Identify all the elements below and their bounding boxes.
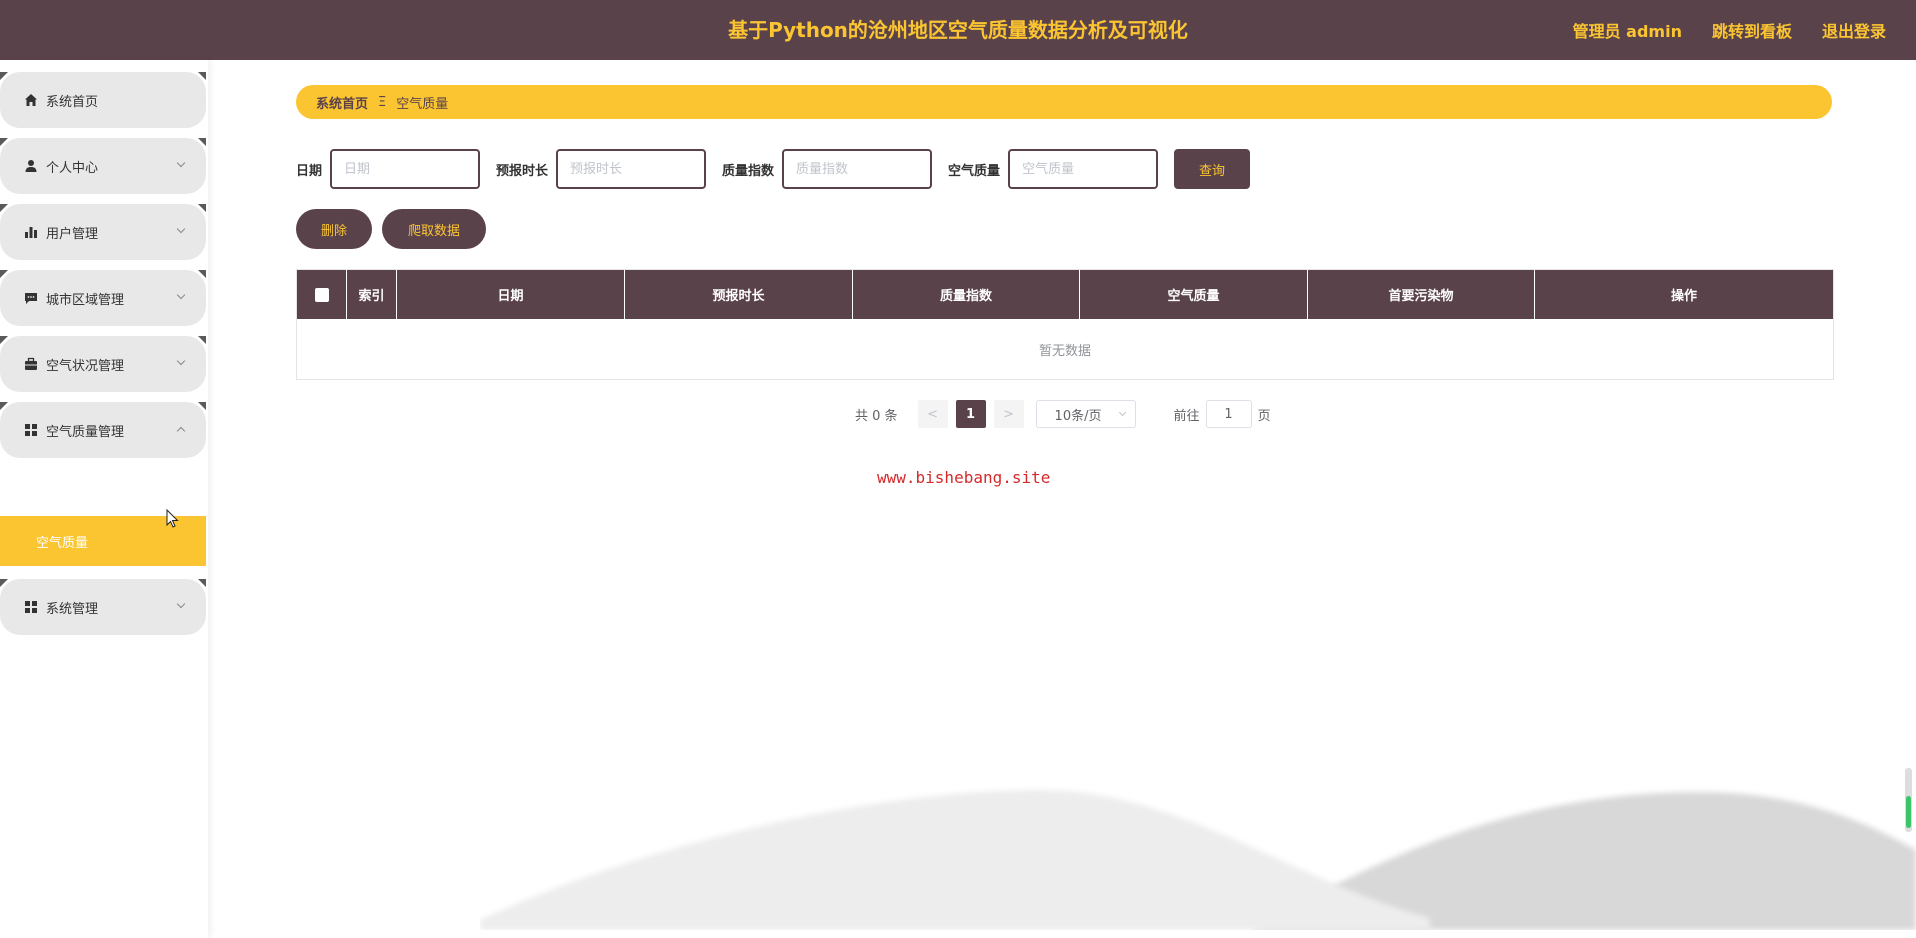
column-header: 日期 [397, 270, 625, 319]
date-label: 日期 [296, 163, 323, 179]
column-header: 空气质量 [1080, 270, 1308, 319]
sidebar-item-city-region[interactable]: 城市区域管理 [0, 270, 206, 326]
column-header: 质量指数 [853, 270, 1080, 319]
chevron-down-icon [1118, 408, 1126, 417]
action-buttons: 删除 爬取数据 [296, 209, 486, 249]
data-table: 索引 日期 预报时长 质量指数 空气质量 首要污染物 操作 暂无数据 [296, 269, 1834, 380]
sidebar-item-label: 系统管理 [46, 601, 99, 617]
sidebar-item-label: 空气状况管理 [46, 358, 125, 374]
bar-chart-icon [24, 225, 38, 239]
goto-label: 前往 [1173, 408, 1200, 424]
select-all-cell [297, 270, 347, 319]
pagination-total: 共 0 条 [855, 408, 898, 424]
sidebar-item-label: 个人中心 [46, 160, 99, 176]
air-quality-input[interactable] [1008, 149, 1159, 189]
crawl-data-button[interactable]: 爬取数据 [382, 209, 486, 249]
chevron-down-icon [176, 599, 186, 609]
sidebar-item-label: 用户管理 [46, 226, 99, 242]
table-header: 索引 日期 预报时长 质量指数 空气质量 首要污染物 操作 [297, 270, 1833, 319]
top-header-bar: 基于Python的沧州地区空气质量数据分析及可视化 管理员 admin 跳转到看… [0, 0, 1916, 60]
query-button[interactable]: 查询 [1174, 149, 1251, 189]
column-header: 索引 [347, 270, 397, 319]
sidebar-item-system-mgmt[interactable]: 系统管理 [0, 579, 206, 635]
air-quality-label: 空气质量 [948, 163, 1001, 179]
sidebar-item-label: 空气质量管理 [46, 424, 125, 440]
search-filters: 日期 预报时长 质量指数 空气质量 查询 [296, 149, 1251, 189]
breadcrumb: 系统首页 Ξ 空气质量 [296, 85, 1832, 119]
breadcrumb-current: 空气质量 [396, 96, 449, 112]
page-suffix-label: 页 [1257, 408, 1271, 424]
quality-index-input[interactable] [782, 149, 933, 189]
date-input[interactable] [330, 149, 481, 189]
message-icon [24, 291, 38, 305]
logout-link[interactable]: 退出登录 [1822, 18, 1886, 42]
mouse-cursor-icon [166, 509, 179, 528]
chevron-down-icon [176, 356, 186, 366]
next-page-button[interactable]: > [993, 400, 1024, 428]
column-header: 预报时长 [625, 270, 853, 319]
user-icon [24, 159, 38, 173]
select-all-checkbox[interactable] [314, 287, 329, 302]
briefcase-icon [24, 357, 38, 371]
sidebar-item-label: 城市区域管理 [46, 292, 125, 308]
sidebar-item-air-quality-mgmt[interactable]: 空气质量管理 [0, 402, 206, 458]
header-links: 管理员 admin 跳转到看板 退出登录 [1573, 0, 1886, 60]
dashboard-link[interactable]: 跳转到看板 [1712, 18, 1792, 42]
breadcrumb-home[interactable]: 系统首页 [316, 93, 368, 112]
grid-icon [24, 423, 38, 437]
chevron-up-icon [176, 426, 186, 436]
scrollbar-thumb[interactable] [1906, 796, 1911, 828]
sidebar-item-home[interactable]: 系统首页 [0, 72, 206, 128]
page-size-select[interactable]: 10条/页 [1035, 400, 1136, 428]
goto-page-input[interactable]: 1 [1205, 400, 1252, 428]
pagination: 共 0 条 < 1 > 10条/页 前往 1 页 [855, 400, 1271, 428]
prev-page-button[interactable]: < [917, 400, 948, 428]
chevron-down-icon [176, 158, 186, 168]
chevron-down-icon [176, 290, 186, 300]
sidebar: 系统首页 个人中心 用户管理 城市区域管理 空气状况管理 空气质量管理 空气质量… [0, 60, 208, 938]
sidebar-item-label: 系统首页 [46, 94, 99, 110]
table-empty-state: 暂无数据 [1038, 343, 1091, 359]
forecast-label: 预报时长 [496, 163, 549, 179]
sidebar-item-profile[interactable]: 个人中心 [0, 138, 206, 194]
grid-icon [24, 600, 38, 614]
column-header: 首要污染物 [1308, 270, 1535, 319]
chevron-down-icon [176, 224, 186, 234]
home-icon [24, 93, 38, 107]
quality-index-label: 质量指数 [722, 163, 775, 179]
sidebar-item-users[interactable]: 用户管理 [0, 204, 206, 260]
column-header: 操作 [1670, 289, 1697, 304]
page-size-value: 10条/页 [1054, 408, 1102, 424]
sidebar-item-air-status[interactable]: 空气状况管理 [0, 336, 206, 392]
breadcrumb-separator-icon: Ξ [378, 94, 387, 110]
admin-user-link[interactable]: 管理员 admin [1573, 18, 1682, 42]
watermark-text: www.bishebang.site [877, 468, 1051, 487]
page-number-button[interactable]: 1 [955, 400, 986, 428]
delete-button[interactable]: 删除 [296, 209, 372, 249]
decorative-hills [480, 790, 1916, 930]
scrollbar[interactable] [1905, 768, 1912, 832]
forecast-input[interactable] [556, 149, 707, 189]
